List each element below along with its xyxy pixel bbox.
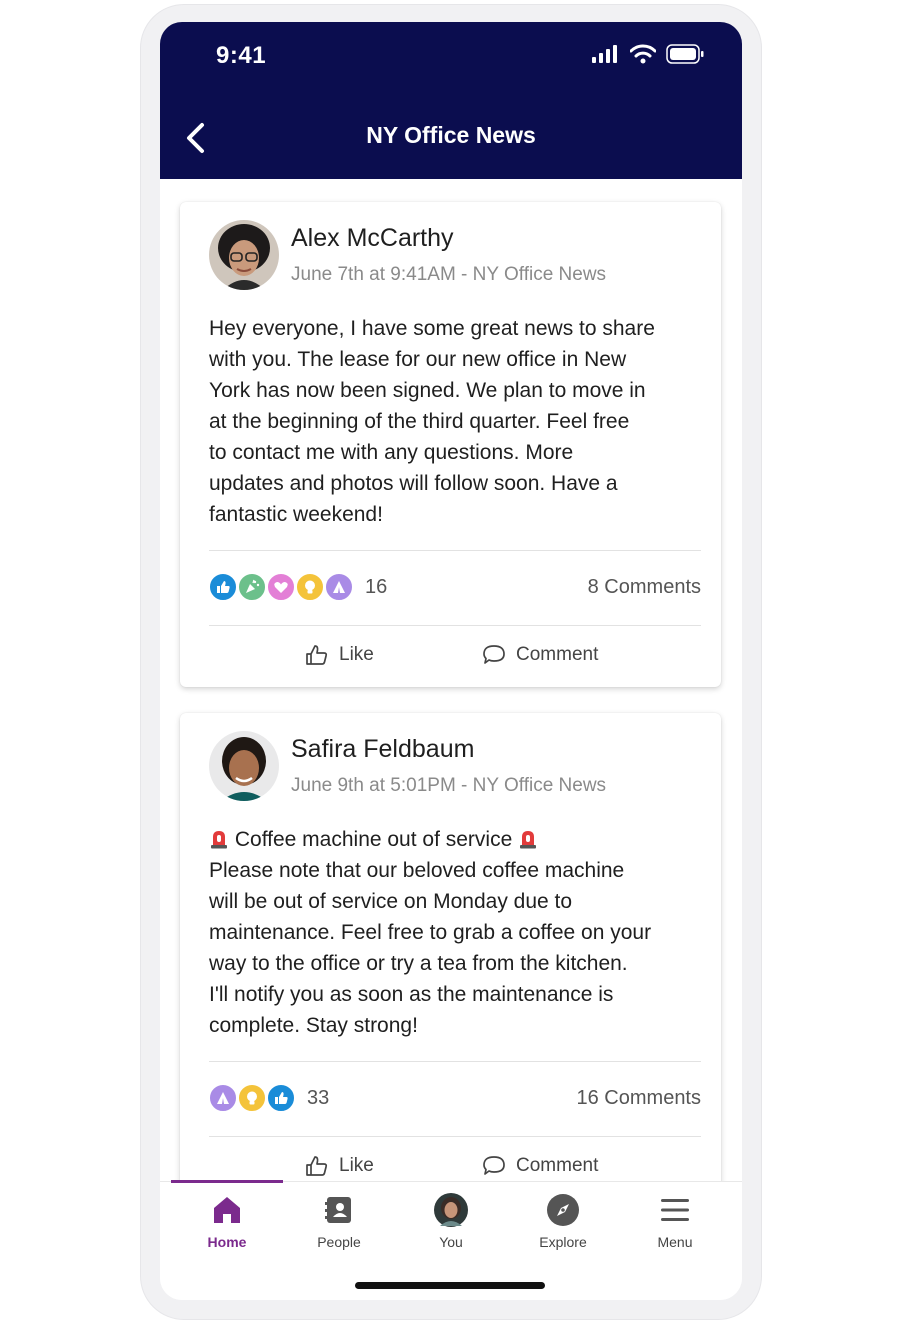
comments-count-link[interactable]: 16 Comments	[577, 1087, 702, 1110]
thanks-reaction-icon	[208, 1083, 238, 1113]
page-title: NY Office News	[366, 122, 536, 148]
post-meta: June 7th at 9:41AM - NY Office News	[291, 264, 607, 285]
comment-button[interactable]: Comment	[482, 644, 598, 666]
comment-button[interactable]: Comment	[482, 1155, 598, 1177]
nav-label: People	[317, 1234, 361, 1250]
post-body-line: York has now been signed. We plan to mov…	[209, 379, 646, 402]
thumbs-up-icon	[306, 1156, 328, 1176]
author-name[interactable]: Safira Feldbaum	[291, 735, 474, 764]
nav-label: Home	[207, 1234, 247, 1250]
nav-label: You	[439, 1234, 463, 1250]
comment-label: Comment	[516, 644, 599, 665]
battery-icon	[666, 44, 704, 64]
status-icons	[592, 44, 704, 64]
celebrate-reaction-icon	[237, 572, 267, 602]
reaction-count: 16	[365, 575, 388, 598]
wifi-icon	[630, 44, 656, 64]
insightful-reaction-icon	[295, 572, 325, 602]
like-reaction-icon	[266, 1083, 296, 1113]
menu-icon	[661, 1199, 689, 1221]
like-label: Like	[339, 1155, 374, 1176]
signal-icon	[592, 45, 617, 63]
post-body-line: Please note that our beloved coffee mach…	[209, 859, 625, 882]
insightful-reaction-icon	[237, 1083, 267, 1113]
post-body-line: I'll notify you as soon as the maintenan…	[209, 983, 614, 1006]
app-header: 9:41 NY Office News	[160, 22, 742, 179]
compass-icon	[547, 1194, 579, 1226]
thanks-reaction-icon	[324, 572, 354, 602]
active-tab-indicator	[171, 1180, 283, 1183]
author-name[interactable]: Alex McCarthy	[291, 224, 454, 253]
like-label: Like	[339, 644, 374, 665]
news-feed[interactable]: Alex McCarthy June 7th at 9:41AM - NY Of…	[160, 179, 742, 1181]
post-body-line: Hey everyone, I have some great news to …	[209, 317, 655, 340]
nav-people[interactable]: People	[283, 1192, 395, 1250]
post-body-line: complete. Stay strong!	[209, 1014, 418, 1037]
divider	[209, 1136, 701, 1137]
divider	[209, 625, 701, 626]
post-body-line: updates and photos will follow soon. Hav…	[209, 472, 618, 495]
nav-label: Explore	[539, 1234, 587, 1250]
like-button[interactable]: Like	[305, 1155, 374, 1177]
divider	[209, 550, 701, 551]
thumbs-up-icon	[306, 645, 328, 665]
reaction-summary[interactable]: 33	[208, 1083, 329, 1113]
reaction-summary[interactable]: 16	[208, 572, 387, 602]
post-body-line: way to the office or try a tea from the …	[209, 952, 628, 975]
siren-icon	[520, 831, 537, 849]
author-avatar[interactable]	[209, 220, 279, 290]
love-reaction-icon	[266, 572, 296, 602]
nav-menu[interactable]: Menu	[619, 1192, 731, 1250]
post-body-title: Coffee machine out of service	[209, 824, 705, 855]
comment-bubble-icon	[483, 645, 505, 664]
people-icon	[325, 1197, 351, 1223]
post-title-text: Coffee machine out of service	[234, 828, 513, 851]
nav-explore[interactable]: Explore	[507, 1192, 619, 1250]
post-body-line: with you. The lease for our new office i…	[209, 348, 627, 371]
post-card: Safira Feldbaum June 9th at 5:01PM - NY …	[180, 713, 721, 1181]
post-card: Alex McCarthy June 7th at 9:41AM - NY Of…	[180, 202, 721, 687]
like-reaction-icon	[208, 572, 238, 602]
post-body-line: maintenance. Feel free to grab a coffee …	[209, 921, 652, 944]
nav-you[interactable]: You	[395, 1192, 507, 1250]
reaction-count: 33	[307, 1086, 330, 1109]
comment-label: Comment	[516, 1155, 599, 1176]
author-avatar[interactable]	[209, 731, 279, 801]
home-icon	[214, 1197, 240, 1223]
home-indicator	[355, 1282, 545, 1289]
post-body-line: fantastic weekend!	[209, 503, 383, 526]
post-body: Hey everyone, I have some great news to …	[209, 313, 705, 530]
nav-home[interactable]: Home	[171, 1192, 283, 1250]
post-body-line: will be out of service on Monday due to	[209, 890, 573, 913]
avatar	[434, 1193, 468, 1227]
post-body: Coffee machine out of service Please not…	[209, 824, 705, 1041]
like-button[interactable]: Like	[305, 644, 374, 666]
comments-count-link[interactable]: 8 Comments	[588, 576, 701, 599]
post-body-line: at the beginning of the third quarter. F…	[209, 410, 630, 433]
status-time: 9:41	[216, 42, 267, 69]
post-meta: June 9th at 5:01PM - NY Office News	[291, 775, 607, 796]
nav-label: Menu	[657, 1234, 693, 1250]
divider	[209, 1061, 701, 1062]
phone-screen: 9:41 NY Office News Alex McCarthy June 7…	[160, 22, 742, 1300]
post-body-line: to contact me with any questions. More	[209, 441, 574, 464]
comment-bubble-icon	[483, 1156, 505, 1175]
siren-icon	[211, 831, 227, 849]
